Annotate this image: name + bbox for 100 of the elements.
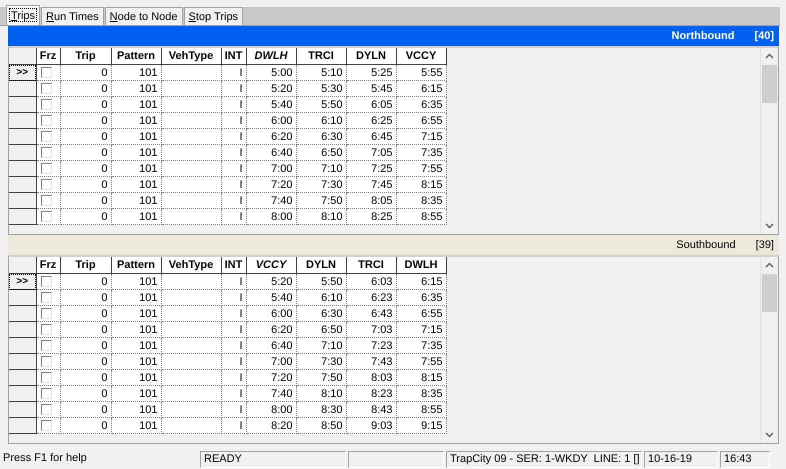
table-cell: 101 xyxy=(111,192,161,208)
frozen-checkbox[interactable] xyxy=(40,195,52,206)
column-header[interactable]: Frz xyxy=(36,48,60,64)
table-cell: 7:20 xyxy=(246,176,296,192)
table-cell xyxy=(161,192,221,208)
table-cell: 5:40 xyxy=(246,96,296,112)
frozen-checkbox[interactable] xyxy=(40,67,52,78)
scroll-thumb[interactable] xyxy=(762,65,777,103)
frozen-checkbox[interactable] xyxy=(40,83,52,94)
row-header[interactable] xyxy=(9,80,36,96)
row-header[interactable] xyxy=(9,402,36,418)
table-cell: I xyxy=(221,192,246,208)
table-cell: 9:03 xyxy=(346,418,396,434)
row-header[interactable] xyxy=(9,338,36,354)
row-header[interactable] xyxy=(9,192,36,208)
table-cell: 5:50 xyxy=(296,274,346,290)
table-cell: 8:55 xyxy=(396,402,446,418)
frozen-checkbox[interactable] xyxy=(40,404,52,415)
frozen-checkbox[interactable] xyxy=(40,388,52,399)
row-header[interactable]: >> xyxy=(9,64,36,80)
column-header[interactable]: VehType xyxy=(161,48,221,64)
column-header[interactable]: TRCI xyxy=(346,257,396,274)
table-cell: 5:45 xyxy=(346,80,396,96)
column-header[interactable]: INT xyxy=(221,257,246,274)
row-header[interactable] xyxy=(9,144,36,160)
column-header[interactable]: DWLH xyxy=(396,257,446,274)
tab[interactable]: Node to Node xyxy=(104,7,183,25)
column-header[interactable]: Trip xyxy=(60,257,111,274)
row-header[interactable] xyxy=(9,176,36,192)
table-cell: 8:00 xyxy=(246,402,296,418)
frozen-checkbox[interactable] xyxy=(40,292,52,303)
row-header[interactable] xyxy=(9,128,36,144)
row-header[interactable] xyxy=(9,354,36,370)
frozen-checkbox[interactable] xyxy=(40,420,52,431)
row-header[interactable] xyxy=(9,322,36,338)
row-header[interactable] xyxy=(9,386,36,402)
row-header[interactable] xyxy=(9,370,36,386)
table-cell xyxy=(161,338,221,354)
frozen-checkbox[interactable] xyxy=(40,211,52,222)
column-header[interactable]: DYLN xyxy=(346,48,396,64)
frozen-checkbox[interactable] xyxy=(40,147,52,158)
table-cell: I xyxy=(221,208,246,224)
table-cell xyxy=(161,322,221,338)
row-header[interactable]: >> xyxy=(9,274,36,290)
column-header[interactable]: Frz xyxy=(36,257,60,274)
frozen-checkbox[interactable] xyxy=(40,179,52,190)
table-cell: 5:25 xyxy=(346,64,396,80)
column-header[interactable]: DWLH xyxy=(246,48,296,64)
row-header[interactable] xyxy=(9,160,36,176)
row-header[interactable] xyxy=(9,418,36,434)
frozen-checkbox[interactable] xyxy=(40,308,52,319)
table-cell xyxy=(161,80,221,96)
row-header[interactable] xyxy=(9,290,36,306)
table-cell: 5:20 xyxy=(246,80,296,96)
frozen-checkbox[interactable] xyxy=(40,115,52,126)
scroll-thumb[interactable] xyxy=(762,274,777,312)
frozen-checkbox[interactable] xyxy=(40,276,52,287)
table-cell: 7:50 xyxy=(296,370,346,386)
column-header[interactable]: INT xyxy=(221,48,246,64)
table-cell: I xyxy=(221,370,246,386)
table-cell: 101 xyxy=(111,208,161,224)
column-header[interactable]: VCCY xyxy=(246,257,296,274)
tab[interactable]: Run Times xyxy=(41,7,104,25)
table-cell xyxy=(161,306,221,322)
column-header[interactable]: DYLN xyxy=(296,257,346,274)
frozen-checkbox[interactable] xyxy=(40,131,52,142)
row-header[interactable] xyxy=(9,112,36,128)
frozen-checkbox[interactable] xyxy=(40,356,52,367)
table-cell: 0 xyxy=(60,306,111,322)
frozen-checkbox[interactable] xyxy=(40,372,52,383)
table-cell: 101 xyxy=(111,64,161,80)
table-cell: 7:15 xyxy=(396,322,446,338)
table-cell: 7:35 xyxy=(396,144,446,160)
tab[interactable]: Stop Trips xyxy=(184,7,244,25)
column-header[interactable]: Pattern xyxy=(111,257,161,274)
column-header[interactable]: Trip xyxy=(60,48,111,64)
table-cell: 6:50 xyxy=(296,322,346,338)
table-cell: 101 xyxy=(111,160,161,176)
table-cell xyxy=(161,160,221,176)
column-header[interactable]: Pattern xyxy=(111,48,161,64)
frozen-checkbox[interactable] xyxy=(40,163,52,174)
table-cell: 101 xyxy=(111,176,161,192)
tab[interactable]: Trips xyxy=(6,5,40,25)
row-header[interactable] xyxy=(9,208,36,224)
row-header[interactable] xyxy=(9,96,36,112)
table-cell: 0 xyxy=(60,208,111,224)
column-header[interactable]: TRCI xyxy=(296,48,346,64)
frozen-checkbox[interactable] xyxy=(40,340,52,351)
scrollbar[interactable] xyxy=(760,48,778,234)
row-header[interactable] xyxy=(9,306,36,322)
frozen-checkbox[interactable] xyxy=(40,99,52,110)
column-header[interactable]: VCCY xyxy=(396,48,446,64)
table-cell: 7:10 xyxy=(296,338,346,354)
frozen-checkbox[interactable] xyxy=(40,324,52,335)
table-cell: 6:50 xyxy=(296,144,346,160)
table-cell: I xyxy=(221,418,246,434)
table-cell xyxy=(161,112,221,128)
scrollbar[interactable] xyxy=(760,257,778,443)
table-cell: 7:20 xyxy=(246,370,296,386)
column-header[interactable]: VehType xyxy=(161,257,221,274)
